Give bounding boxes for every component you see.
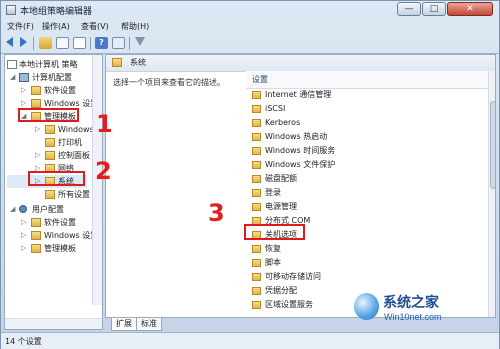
properties-icon[interactable] [112, 37, 125, 49]
tab-standard[interactable]: 标准 [136, 318, 162, 331]
folder-icon [31, 112, 41, 121]
toolbar-separator [129, 37, 130, 50]
description-text: 选择一个项目来查看它的描述。 [113, 78, 225, 87]
gpedit-window: 本地组策略编辑器 — □ ✕ 文件(F) 操作(A) 查看(V) 帮助(H) ?… [0, 0, 500, 349]
list-view-icon[interactable] [56, 37, 69, 49]
folder-icon [252, 203, 261, 211]
folder-icon [31, 99, 41, 108]
folder-icon [252, 147, 261, 155]
toolbar-separator [33, 37, 34, 50]
expander-icon[interactable]: ◢ [21, 110, 26, 123]
folder-icon [45, 138, 55, 147]
menu-action[interactable]: 操作(A) [42, 21, 70, 32]
folder-icon [252, 105, 261, 113]
folder-icon [252, 217, 261, 225]
annotation-number-1: 1 [96, 110, 113, 138]
pane-title: 系统 [130, 58, 146, 67]
app-icon [6, 5, 16, 15]
folder-icon [112, 58, 122, 67]
tab-extended[interactable]: 扩展 [111, 318, 137, 331]
filter-icon[interactable] [135, 37, 145, 46]
folder-icon [252, 161, 261, 169]
expander-icon[interactable]: ▷ [35, 149, 40, 162]
menu-help[interactable]: 帮助(H) [121, 21, 149, 32]
status-text: 14 个设置 [5, 337, 42, 346]
watermark-logo-icon [354, 293, 379, 320]
help-icon[interactable]: ? [95, 37, 108, 49]
expander-icon[interactable]: ▷ [21, 84, 26, 97]
folder-icon [252, 273, 261, 281]
menu-bar: 文件(F) 操作(A) 查看(V) 帮助(H) [1, 19, 499, 34]
forward-arrow-icon[interactable] [20, 37, 27, 47]
toolbar: ? [1, 34, 499, 54]
settings-list: 设置 Internet 通信管理 iSCSI Kerberos Windows … [246, 71, 488, 317]
folder-icon [252, 133, 261, 141]
folder-icon [45, 177, 55, 186]
policy-tree: 本地计算机 策略 ◢ 计算机配置 ▷ 软件设置 ▷ Windows 设置 ◢ 管… [4, 54, 103, 330]
folder-icon [45, 164, 55, 173]
expander-icon[interactable]: ◢ [10, 203, 15, 216]
expander-icon[interactable]: ◢ [10, 71, 15, 84]
watermark-subtitle: Win10net.com [384, 312, 442, 322]
folder-icon [252, 119, 261, 127]
user-icon [19, 205, 27, 213]
export-icon[interactable] [73, 37, 86, 49]
folder-icon [252, 175, 261, 183]
menu-view[interactable]: 查看(V) [81, 21, 109, 32]
expander-icon[interactable]: ▷ [21, 216, 26, 229]
expander-icon[interactable]: ▷ [21, 97, 26, 110]
folder-icon [252, 287, 261, 295]
expander-icon[interactable]: ▷ [21, 229, 26, 242]
expander-icon[interactable]: ▷ [21, 242, 26, 255]
folder-icon [252, 231, 261, 239]
folder-icon [45, 125, 55, 134]
folder-icon [31, 231, 41, 240]
back-arrow-icon[interactable] [6, 37, 13, 47]
folder-icon [252, 301, 261, 309]
folder-icon [31, 218, 41, 227]
annotation-number-3: 3 [208, 199, 225, 227]
menu-file[interactable]: 文件(F) [7, 21, 34, 32]
folder-icon [252, 189, 261, 197]
annotation-number-2: 2 [95, 157, 112, 185]
watermark-title: 系统之家 [383, 295, 439, 311]
status-bar: 14 个设置 [1, 332, 499, 349]
settings-pane: 系统 选择一个项目来查看它的描述。 设置 Internet 通信管理 iSCSI… [105, 54, 496, 318]
toolbar-separator [90, 37, 91, 50]
computer-icon [19, 73, 29, 82]
pane-header: 系统 [106, 55, 495, 72]
folder-icon [31, 244, 41, 253]
folder-up-icon[interactable] [39, 37, 52, 49]
tree-horizontal-scrollbar[interactable] [5, 318, 102, 329]
scroll-thumb[interactable] [490, 101, 495, 189]
folder-icon [45, 151, 55, 160]
list-vertical-scrollbar[interactable] [488, 71, 495, 317]
close-button[interactable]: ✕ [447, 2, 493, 16]
folder-icon [45, 190, 55, 199]
expander-icon[interactable]: ▷ [35, 175, 40, 188]
folder-icon [252, 259, 261, 267]
watermark: 系统之家 Win10net.com [354, 288, 495, 330]
expander-icon[interactable]: ▷ [35, 123, 40, 136]
tree-item-system[interactable]: ▷ 系统 [7, 175, 87, 188]
expander-icon[interactable]: ▷ [35, 162, 40, 175]
folder-icon [31, 86, 41, 95]
minimize-button[interactable]: — [397, 2, 421, 16]
column-header-setting[interactable]: 设置 [246, 71, 488, 89]
window-title: 本地组策略编辑器 [20, 7, 93, 17]
folder-icon [252, 91, 261, 99]
maximize-button[interactable]: □ [422, 2, 446, 16]
folder-icon [252, 245, 261, 253]
title-bar: 本地组策略编辑器 — □ ✕ [1, 1, 499, 19]
policy-icon [7, 60, 17, 69]
